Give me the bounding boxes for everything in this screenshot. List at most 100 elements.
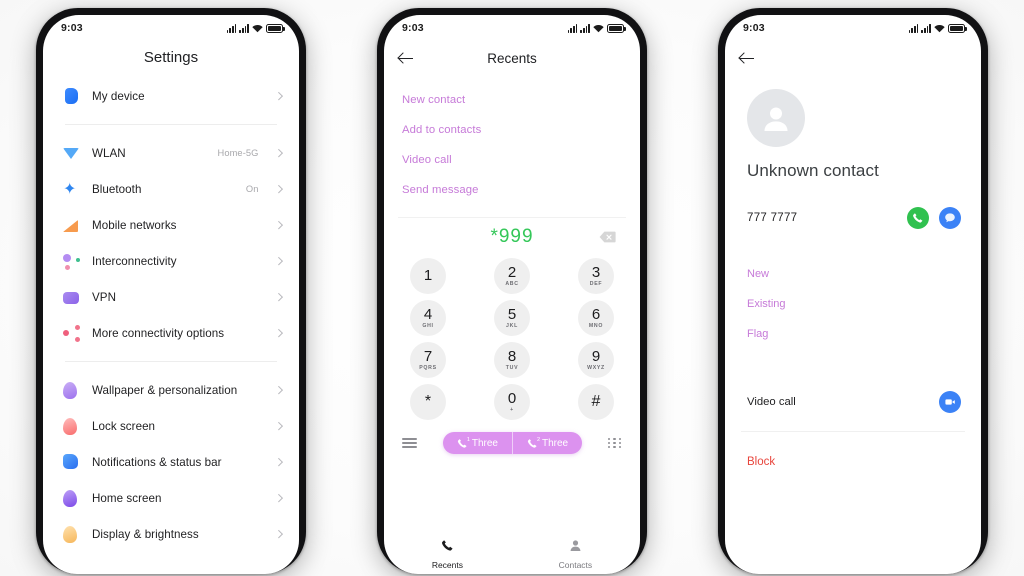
call-button[interactable] xyxy=(907,207,929,229)
message-bubble-icon xyxy=(945,213,955,223)
row-label: Interconnectivity xyxy=(92,254,177,268)
key-star[interactable]: * xyxy=(410,384,446,420)
chevron-right-icon xyxy=(274,329,283,337)
sidebar-item-more-connectivity[interactable]: More connectivity options xyxy=(47,315,295,351)
chevron-right-icon xyxy=(274,221,283,229)
row-label: Display & brightness xyxy=(92,527,199,541)
video-call-row[interactable]: Video call xyxy=(725,385,981,419)
chevron-right-icon xyxy=(274,293,283,301)
screenshot-stage: 9:03 Settings My device WLAN Home-5G ✦ B… xyxy=(0,0,1024,576)
key-0[interactable]: 0 + xyxy=(494,384,530,420)
contact-name: Unknown contact xyxy=(747,161,879,180)
menu-item-video-call[interactable]: Video call xyxy=(402,145,622,175)
phone-call-icon xyxy=(913,213,923,223)
interconnectivity-icon xyxy=(63,253,80,270)
sidebar-item-my-device[interactable]: My device xyxy=(47,78,295,114)
key-1[interactable]: 1 xyxy=(410,258,446,294)
status-time: 9:03 xyxy=(743,22,765,34)
sidebar-item-wlan[interactable]: WLAN Home-5G xyxy=(47,135,295,171)
contacts-icon xyxy=(569,539,582,557)
group-divider xyxy=(65,124,277,125)
back-arrow-icon[interactable] xyxy=(739,50,756,67)
link-new[interactable]: New xyxy=(747,259,959,289)
video-call-label: Video call xyxy=(747,396,796,408)
link-flag[interactable]: Flag xyxy=(747,319,959,349)
nav-item-contacts[interactable]: Contacts xyxy=(559,539,592,570)
signal-bars-sim1-icon xyxy=(567,23,578,33)
backspace-icon[interactable] xyxy=(599,231,616,243)
status-icons xyxy=(908,23,967,33)
status-bar-1: 9:03 xyxy=(43,15,299,41)
lock-screen-icon xyxy=(63,417,80,435)
contact-top-bar xyxy=(725,41,981,75)
dial-number-display[interactable]: *999 xyxy=(384,218,640,256)
link-existing[interactable]: Existing xyxy=(747,289,959,319)
contact-links: New Existing Flag xyxy=(725,229,981,349)
video-call-button[interactable] xyxy=(939,391,961,413)
sidebar-item-mobile-networks[interactable]: Mobile networks xyxy=(47,207,295,243)
contact-screen: 9:03 Unknown contact 777 7777 New Existi… xyxy=(725,15,981,574)
chevron-right-icon xyxy=(274,494,283,502)
signal-bars-sim2-icon xyxy=(580,23,590,33)
wifi-icon xyxy=(934,24,945,33)
keypad-row: 4 GHI 5 JKL 6 MNO xyxy=(410,300,614,336)
key-8[interactable]: 8 TUV xyxy=(494,342,530,378)
nav-item-recents[interactable]: Recents xyxy=(432,539,463,570)
key-3[interactable]: 3 DEF xyxy=(578,258,614,294)
key-letters: PQRS xyxy=(419,365,437,371)
key-digit: # xyxy=(591,393,601,410)
sidebar-item-vpn[interactable]: VPN xyxy=(47,279,295,315)
wifi-icon xyxy=(593,24,604,33)
sidebar-item-wallpaper[interactable]: Wallpaper & personalization xyxy=(47,372,295,408)
sidebar-item-lock-screen[interactable]: Lock screen xyxy=(47,408,295,444)
phone-icon: 2 xyxy=(527,437,540,449)
key-letters: TUV xyxy=(505,365,519,371)
settings-group-2: WLAN Home-5G ✦ Bluetooth On Mobile netwo… xyxy=(47,133,295,353)
bluetooth-icon: ✦ xyxy=(63,180,77,198)
key-9[interactable]: 9 WXYZ xyxy=(578,342,614,378)
call-button-sim1[interactable]: 1 Three xyxy=(443,432,512,454)
key-4[interactable]: 4 GHI xyxy=(410,300,446,336)
back-arrow-icon[interactable] xyxy=(398,50,415,67)
page-title: Settings xyxy=(143,49,199,66)
phone-number: 777 7777 xyxy=(747,212,798,224)
context-menu-links: New contact Add to contacts Video call S… xyxy=(384,75,640,205)
battery-icon xyxy=(607,23,626,33)
sidebar-item-notifications[interactable]: Notifications & status bar xyxy=(47,444,295,480)
key-6[interactable]: 6 MNO xyxy=(578,300,614,336)
phone-number-row: 777 7777 xyxy=(725,181,981,229)
device-icon xyxy=(63,87,80,105)
sidebar-item-home-screen[interactable]: Home screen xyxy=(47,480,295,516)
row-label: Home screen xyxy=(92,491,162,505)
sidebar-item-bluetooth[interactable]: ✦ Bluetooth On xyxy=(47,171,295,207)
menu-item-send-message[interactable]: Send message xyxy=(402,175,622,205)
status-icons xyxy=(567,23,626,33)
key-2[interactable]: 2 ABC xyxy=(494,258,530,294)
nav-label: Recents xyxy=(431,559,463,570)
chevron-right-icon xyxy=(274,257,283,265)
row-label: Notifications & status bar xyxy=(92,455,222,469)
person-avatar-icon xyxy=(764,107,788,131)
more-connectivity-icon xyxy=(63,324,80,342)
group-divider xyxy=(65,361,277,362)
row-value: On xyxy=(245,184,259,194)
key-hash[interactable]: # xyxy=(578,384,614,420)
video-camera-icon xyxy=(945,399,955,405)
chevron-right-icon xyxy=(274,386,283,394)
menu-item-add-to-contacts[interactable]: Add to contacts xyxy=(402,115,622,145)
block-action[interactable]: Block xyxy=(725,444,981,468)
key-7[interactable]: 7 PQRS xyxy=(410,342,446,378)
settings-group-3: Wallpaper & personalization Lock screen … xyxy=(47,370,295,554)
hamburger-menu-icon[interactable] xyxy=(402,438,417,448)
keypad-grid-icon[interactable] xyxy=(608,437,622,449)
sidebar-item-display-brightness[interactable]: Display & brightness xyxy=(47,516,295,552)
menu-item-new-contact[interactable]: New contact xyxy=(402,85,622,115)
sidebar-item-interconnectivity[interactable]: Interconnectivity xyxy=(47,243,295,279)
sim-call-buttons: 1 Three 2 Three xyxy=(442,432,583,454)
key-5[interactable]: 5 JKL xyxy=(494,300,530,336)
dialer-top-bar: Recents xyxy=(384,41,640,75)
key-digit: 7 xyxy=(423,348,433,365)
message-button[interactable] xyxy=(939,207,961,229)
call-button-sim2[interactable]: 2 Three xyxy=(512,432,582,454)
phone-dialer: 9:03 Recents New contact Add to contacts… xyxy=(377,8,647,574)
